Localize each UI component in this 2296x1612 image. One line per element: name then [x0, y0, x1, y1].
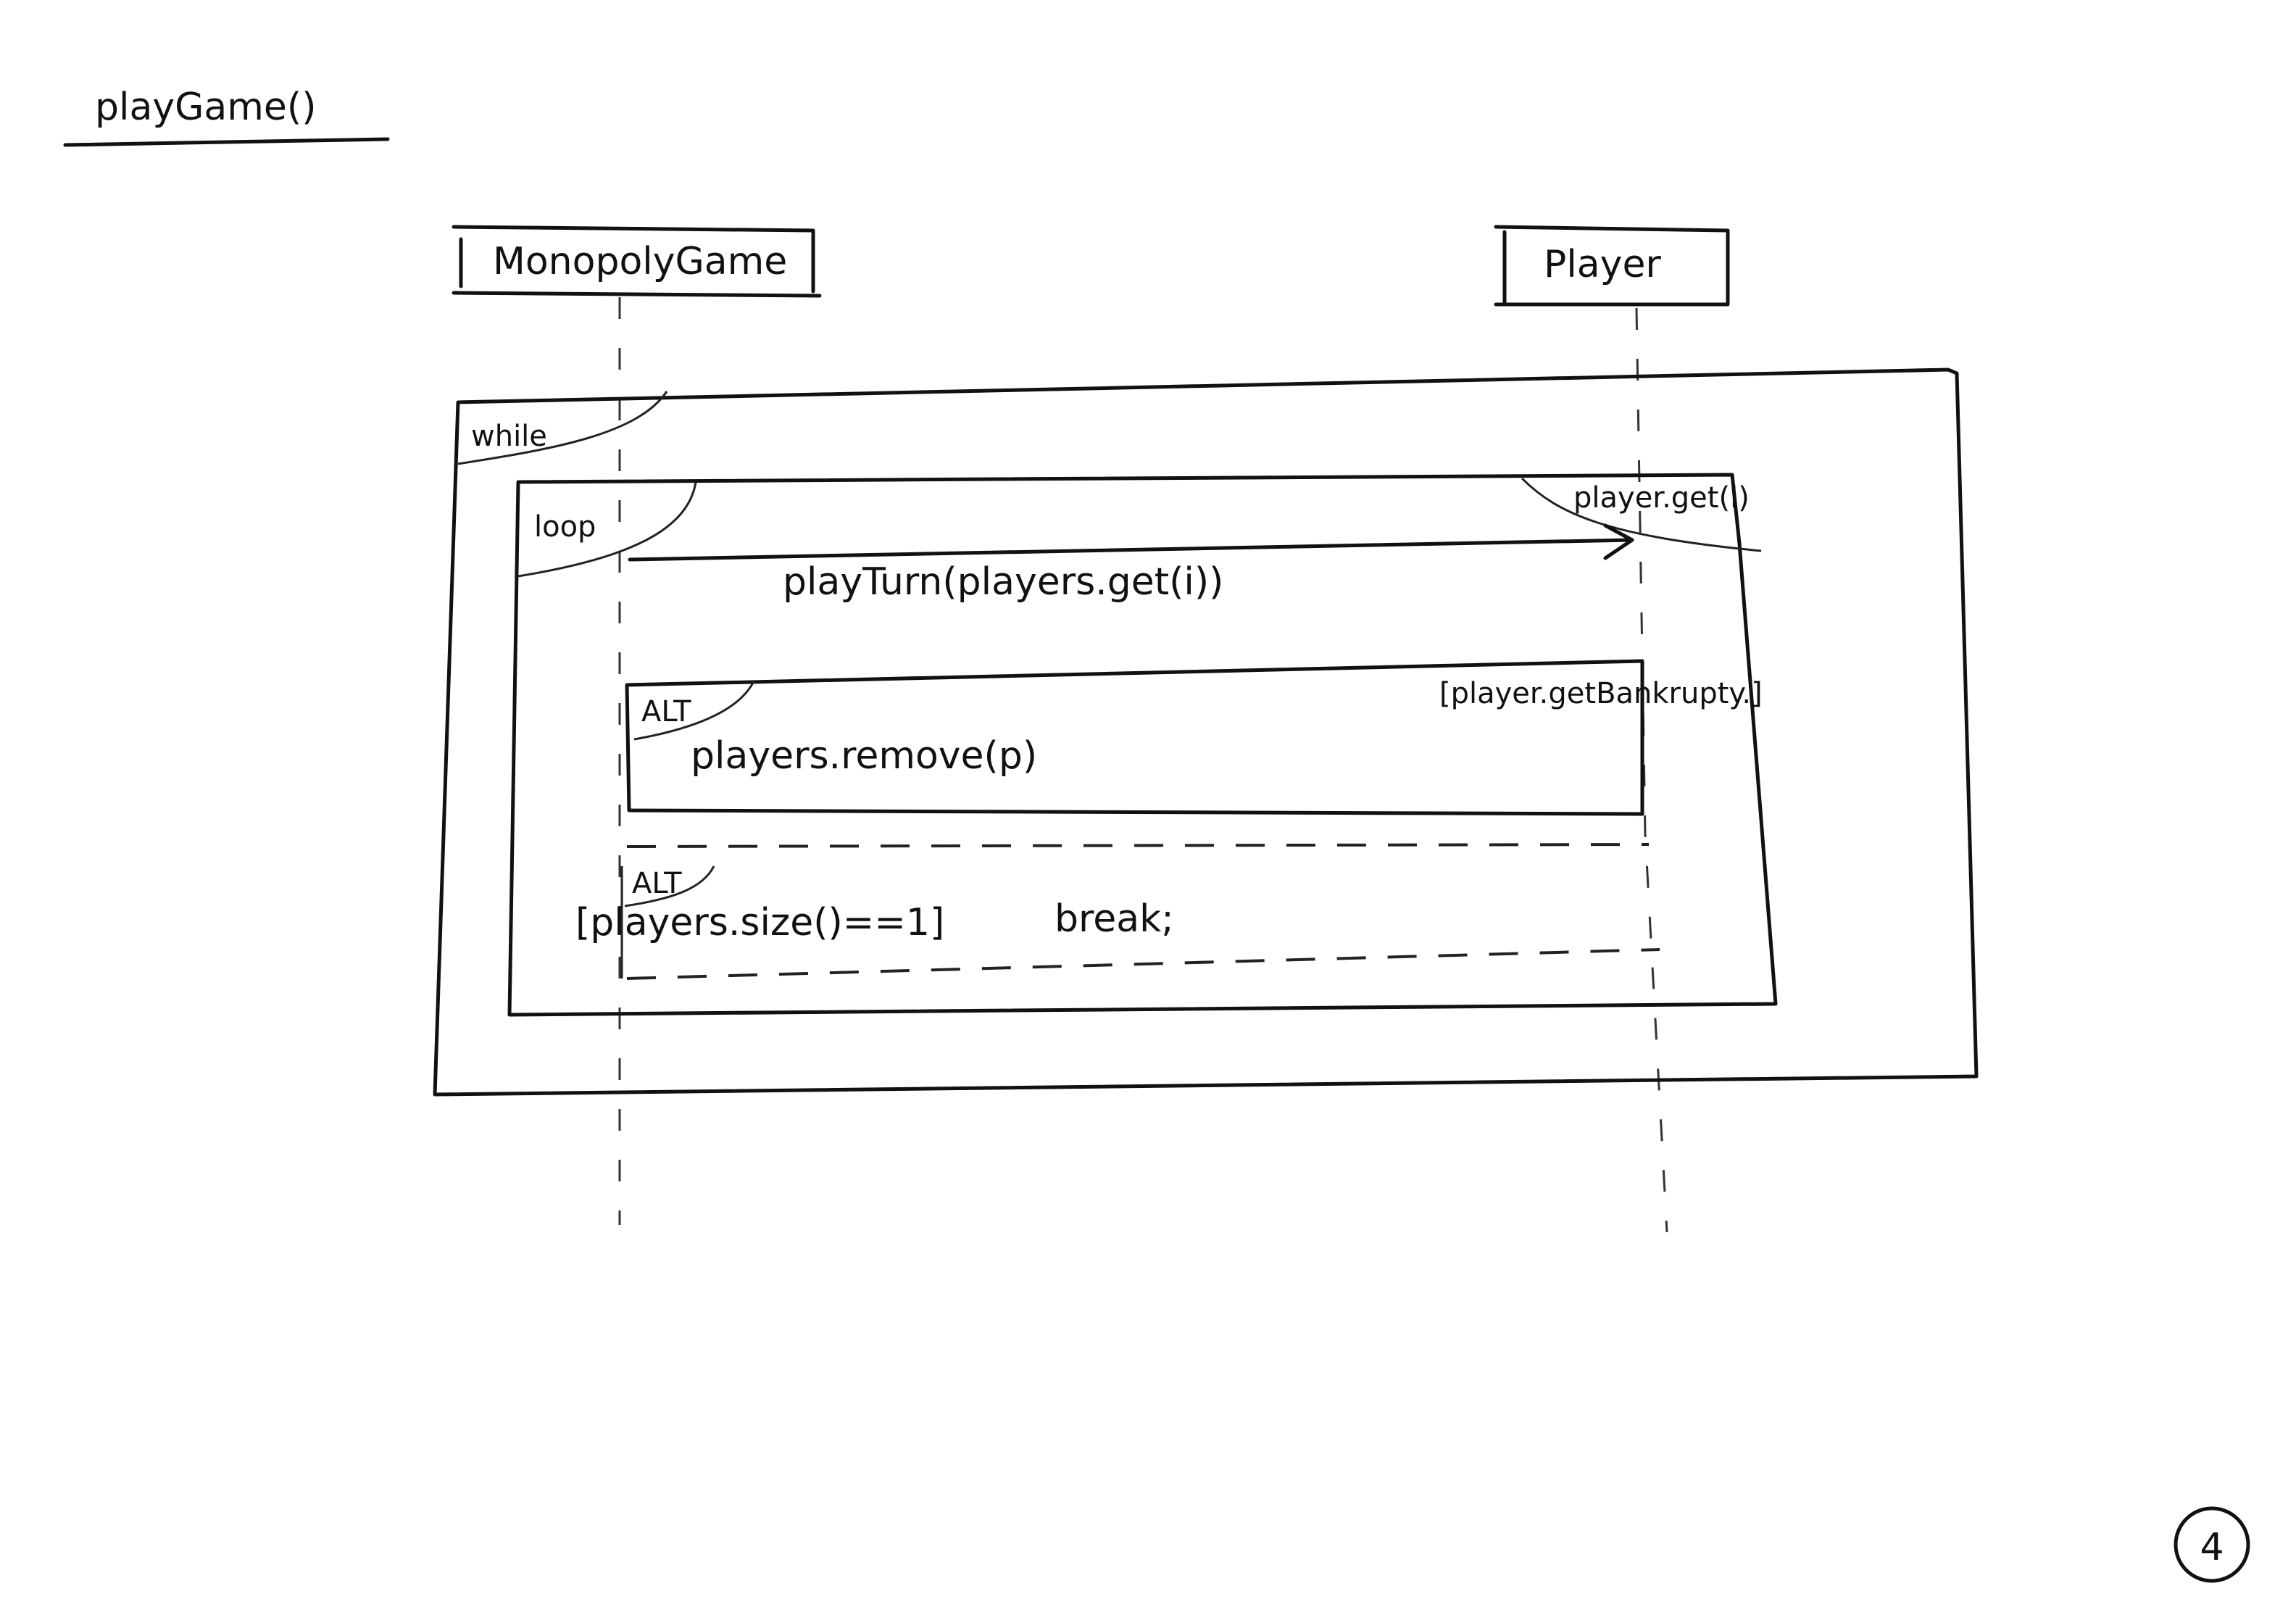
message-label: playTurn(players.get(i))	[783, 560, 1223, 604]
alt-frame-bankrupt: ALT [player.getBankrupty.] players.remov…	[625, 659, 1763, 816]
participant-player: Player	[1494, 225, 1730, 307]
message-playturn: playTurn(players.get(i))	[628, 523, 1634, 604]
operand-separator	[626, 843, 1650, 848]
alt-label: ALT	[632, 867, 682, 900]
diagram-title: playGame()	[95, 86, 316, 129]
svg-text:4: 4	[2200, 1526, 2224, 1569]
page-number: 4	[2174, 1506, 2250, 1583]
title-underline	[63, 137, 390, 147]
alt-guard: [players.size()==1]	[575, 901, 944, 944]
participant-monopolygame: MonopolyGame	[452, 225, 822, 298]
alt-frame-single-player: ALT [players.size()==1] break;	[575, 865, 1660, 980]
sequence-diagram: playGame() MonopolyGame Player while loo…	[63, 86, 2250, 1583]
alt-action: break;	[1055, 897, 1174, 941]
loop-label: loop	[534, 510, 596, 544]
alt-guard: [player.getBankrupty.]	[1439, 677, 1763, 710]
while-label: while	[471, 420, 547, 453]
participant-label: MonopolyGame	[493, 240, 787, 283]
loop-guard: player.get(i)	[1573, 481, 1750, 515]
alt-label: ALT	[641, 695, 691, 728]
alt-action: players.remove(p)	[691, 734, 1037, 778]
participant-label: Player	[1544, 243, 1661, 286]
